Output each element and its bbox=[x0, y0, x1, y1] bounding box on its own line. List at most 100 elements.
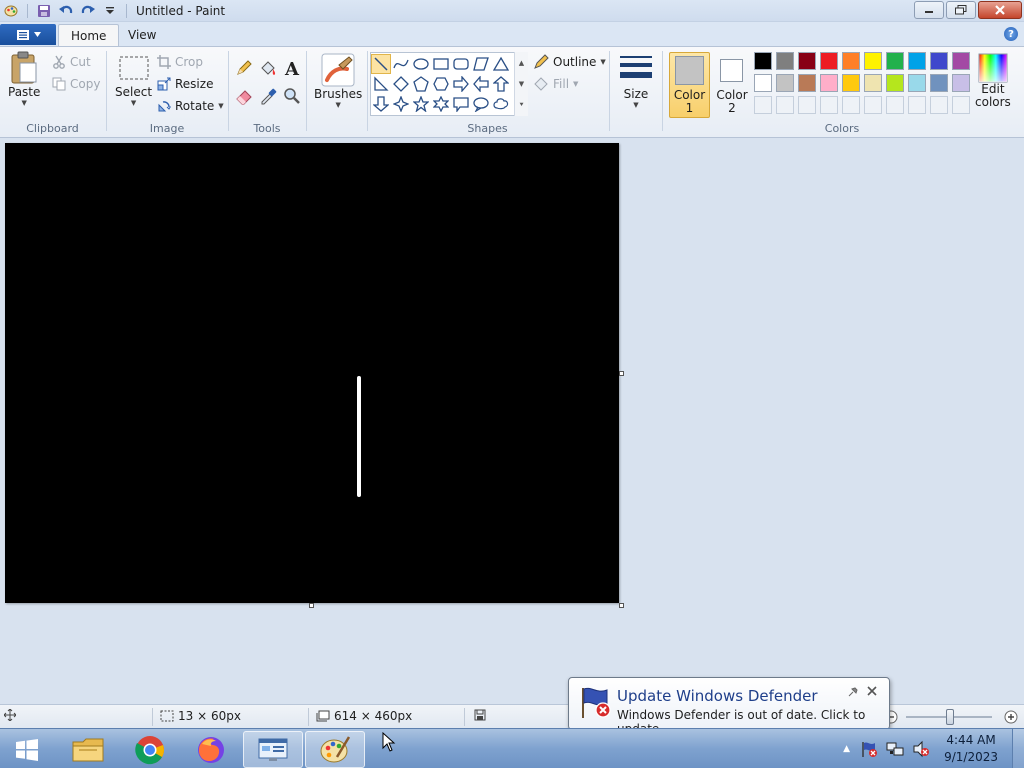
polygon-shape[interactable] bbox=[471, 54, 491, 74]
diamond-shape[interactable] bbox=[391, 74, 411, 94]
curve-shape[interactable] bbox=[391, 54, 411, 74]
paint-app-icon[interactable] bbox=[2, 2, 20, 20]
defender-notification[interactable]: Update Windows Defender Windows Defender… bbox=[568, 677, 890, 743]
minimize-button[interactable] bbox=[914, 1, 944, 19]
pencil-tool[interactable] bbox=[233, 59, 255, 77]
resize-handle-right[interactable] bbox=[619, 371, 624, 376]
crop-button[interactable]: Crop bbox=[157, 53, 203, 71]
taskbar-file-explorer[interactable] bbox=[58, 731, 118, 768]
zoom-in-button[interactable] bbox=[1004, 710, 1018, 724]
left-arrow-shape[interactable] bbox=[471, 74, 491, 94]
up-arrow-shape[interactable] bbox=[491, 74, 511, 94]
color-picker-tool[interactable] bbox=[257, 87, 279, 105]
four-point-star-shape[interactable] bbox=[391, 94, 411, 114]
resize-handle-corner[interactable] bbox=[619, 603, 624, 608]
color-2-label[interactable]: Color 2 bbox=[712, 89, 752, 115]
brushes-button[interactable]: Brushes ▼ bbox=[314, 53, 362, 109]
palette-swatch[interactable] bbox=[754, 74, 772, 92]
network-icon[interactable] bbox=[886, 740, 904, 758]
text-tool[interactable]: A bbox=[281, 59, 303, 77]
cloud-callout-shape[interactable] bbox=[491, 94, 511, 114]
line-shape[interactable] bbox=[371, 54, 391, 74]
start-button[interactable] bbox=[0, 731, 54, 768]
rounded-rectangle-shape[interactable] bbox=[451, 54, 471, 74]
taskbar-control-panel[interactable] bbox=[243, 731, 303, 768]
shapes-scrollbar[interactable]: ▲ ▼ ⯆ bbox=[514, 52, 528, 116]
palette-swatch[interactable] bbox=[930, 52, 948, 70]
outline-button[interactable]: Outline ▼ bbox=[533, 53, 606, 71]
clock[interactable]: 4:44 AM 9/1/2023 bbox=[944, 732, 998, 766]
customize-qat-icon[interactable] bbox=[101, 2, 119, 20]
palette-swatch[interactable] bbox=[754, 52, 772, 70]
palette-custom-slot[interactable] bbox=[820, 96, 838, 114]
palette-swatch[interactable] bbox=[908, 74, 926, 92]
paste-button[interactable]: Paste ▼ bbox=[8, 51, 40, 107]
six-point-star-shape[interactable] bbox=[431, 94, 451, 114]
scroll-down-icon[interactable]: ▼ bbox=[519, 80, 524, 88]
palette-swatch[interactable] bbox=[820, 74, 838, 92]
taskbar-firefox[interactable] bbox=[181, 731, 241, 768]
save-icon[interactable] bbox=[35, 2, 53, 20]
scroll-up-icon[interactable]: ▲ bbox=[519, 59, 524, 67]
palette-swatch[interactable] bbox=[930, 74, 948, 92]
tab-view[interactable]: View bbox=[116, 24, 168, 46]
right-arrow-shape[interactable] bbox=[451, 74, 471, 94]
fill-tool[interactable] bbox=[257, 59, 279, 77]
rectangle-shape[interactable] bbox=[431, 54, 451, 74]
palette-swatch[interactable] bbox=[842, 52, 860, 70]
redo-icon[interactable] bbox=[79, 2, 97, 20]
palette-swatch[interactable] bbox=[952, 74, 970, 92]
palette-custom-slot[interactable] bbox=[930, 96, 948, 114]
rotate-button[interactable]: Rotate ▼ bbox=[157, 97, 224, 115]
show-desktop-button[interactable] bbox=[1012, 729, 1024, 768]
expand-gallery-icon[interactable]: ⯆ bbox=[519, 101, 525, 110]
volume-muted-icon[interactable] bbox=[912, 740, 930, 758]
palette-swatch[interactable] bbox=[820, 52, 838, 70]
palette-custom-slot[interactable] bbox=[886, 96, 904, 114]
palette-swatch[interactable] bbox=[798, 52, 816, 70]
help-icon[interactable]: ? bbox=[1004, 27, 1018, 41]
drawing-canvas[interactable] bbox=[5, 143, 619, 603]
palette-custom-slot[interactable] bbox=[842, 96, 860, 114]
tab-home[interactable]: Home bbox=[58, 24, 120, 46]
palette-swatch[interactable] bbox=[864, 52, 882, 70]
canvas-workspace[interactable] bbox=[0, 138, 1024, 704]
oval-shape[interactable] bbox=[411, 54, 431, 74]
palette-swatch[interactable] bbox=[798, 74, 816, 92]
palette-custom-slot[interactable] bbox=[952, 96, 970, 114]
undo-icon[interactable] bbox=[57, 2, 75, 20]
action-center-tray-icon[interactable] bbox=[860, 740, 878, 758]
palette-swatch[interactable] bbox=[886, 74, 904, 92]
edit-colors-button[interactable]: Edit colors bbox=[975, 53, 1011, 109]
five-point-star-shape[interactable] bbox=[411, 94, 431, 114]
palette-swatch[interactable] bbox=[908, 52, 926, 70]
palette-custom-slot[interactable] bbox=[798, 96, 816, 114]
resize-handle-bottom[interactable] bbox=[309, 603, 314, 608]
size-button[interactable]: Size ▼ bbox=[619, 53, 653, 109]
palette-custom-slot[interactable] bbox=[776, 96, 794, 114]
magnifier-tool[interactable] bbox=[281, 87, 303, 105]
down-arrow-shape[interactable] bbox=[371, 94, 391, 114]
color-2-swatch[interactable] bbox=[720, 59, 743, 82]
notification-close-icon[interactable] bbox=[867, 686, 877, 696]
palette-custom-slot[interactable] bbox=[864, 96, 882, 114]
fill-button[interactable]: Fill ▼ bbox=[533, 75, 578, 93]
palette-custom-slot[interactable] bbox=[754, 96, 772, 114]
pentagon-shape[interactable] bbox=[411, 74, 431, 94]
cut-button[interactable]: Cut bbox=[52, 53, 91, 71]
eraser-tool[interactable] bbox=[233, 87, 255, 105]
palette-swatch[interactable] bbox=[886, 52, 904, 70]
restore-button[interactable] bbox=[946, 1, 976, 19]
select-button[interactable]: Select ▼ bbox=[115, 53, 152, 107]
palette-swatch[interactable] bbox=[842, 74, 860, 92]
right-triangle-shape[interactable] bbox=[371, 74, 391, 94]
zoom-slider-thumb[interactable] bbox=[946, 709, 954, 725]
palette-swatch[interactable] bbox=[952, 52, 970, 70]
taskbar-chrome[interactable] bbox=[120, 731, 180, 768]
resize-button[interactable]: Resize bbox=[157, 75, 213, 93]
oval-callout-shape[interactable] bbox=[471, 94, 491, 114]
taskbar-paint[interactable] bbox=[305, 731, 365, 768]
palette-custom-slot[interactable] bbox=[908, 96, 926, 114]
pin-options-icon[interactable] bbox=[847, 686, 859, 698]
palette-swatch[interactable] bbox=[776, 52, 794, 70]
